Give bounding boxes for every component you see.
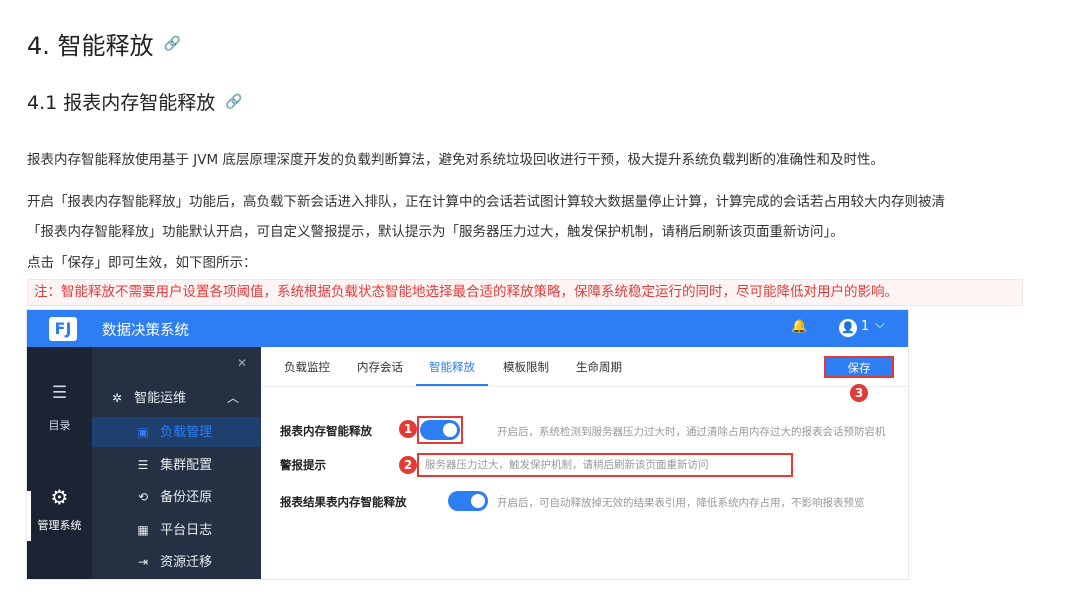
backup-icon: ⟲ (137, 490, 149, 504)
chevron-down-icon[interactable]: ⌵ (875, 317, 885, 332)
avatar-icon[interactable]: 👤 (839, 319, 857, 337)
menu-group-label: 智能运维 (134, 391, 187, 406)
menu-item-label: 平台日志 (160, 523, 213, 538)
embedded-screenshot: FJ 数据决策系统 🔔 👤 1 ⌵ ☰ 目录 ⚙ 管理系统 ✕ ✲ 智能运维 ︿… (27, 310, 908, 579)
main-content: 负载监控 内存会话 智能释放 模板限制 生命周期 保存 3 报表内存智能释放 1… (261, 347, 908, 579)
menu-item-backup[interactable]: ⟲ 备份还原 (92, 482, 261, 512)
active-tab-underline (416, 384, 488, 386)
memory-release-hint: 开启后，系统检测到服务器压力过大时，通过清除占用内存过大的报表会话预防宕机 (497, 426, 886, 438)
step-badge-3: 3 (850, 384, 868, 402)
logo-icon: FJ (49, 317, 77, 341)
sidebar-menu: ✕ ✲ 智能运维 ︿ ▣ 负载管理 ☰ 集群配置 ⟲ 备份还原 ▦ 平台日志 ⇥… (92, 347, 261, 579)
toggle-knob (471, 494, 485, 508)
memory-release-label: 报表内存智能释放 (280, 424, 372, 438)
section-heading-text: 4. 智能释放 (27, 32, 154, 60)
icon-rail: ☰ 目录 ⚙ 管理系统 (27, 347, 92, 579)
toggle-knob (443, 423, 457, 437)
alert-message-input[interactable]: 服务器压力过大，触发保护机制，请稍后刷新该页面重新访问 (417, 453, 793, 477)
link-icon[interactable]: 🔗 (164, 36, 181, 52)
paragraph-2b: 「报表内存智能释放」功能默认开启，可自定义警报提示，默认提示为「服务器压力过大，… (27, 224, 844, 240)
menu-item-label: 负载管理 (160, 425, 213, 440)
alert-label: 警报提示 (280, 458, 326, 472)
app-title: 数据决策系统 (102, 323, 189, 339)
step-badge-1: 1 (399, 420, 417, 438)
list-icon: ☰ (51, 383, 68, 403)
menu-item-migrate[interactable]: ⇥ 资源迁移 (92, 547, 261, 577)
tab-memory-session[interactable]: 内存会话 (357, 359, 403, 375)
rail-label: 管理系统 (37, 519, 82, 532)
bell-icon[interactable]: 🔔 (791, 319, 807, 334)
rail-item-admin[interactable]: ⚙ 管理系统 (27, 485, 92, 533)
menu-item-label: 集群配置 (160, 458, 213, 473)
paragraph-3: 点击「保存」即可生效，如下图所示： (27, 255, 257, 271)
calendar-icon: ▦ (137, 523, 149, 537)
gear-icon: ⚙ (50, 485, 69, 509)
tab-template-limit[interactable]: 模板限制 (503, 359, 549, 375)
tab-bar: 负载监控 内存会话 智能释放 模板限制 生命周期 保存 (261, 347, 908, 387)
result-release-label: 报表结果表内存智能释放 (280, 495, 407, 509)
migrate-icon: ⇥ (137, 555, 149, 569)
menu-item-logs[interactable]: ▦ 平台日志 (92, 515, 261, 545)
pin-icon[interactable]: ✕ (237, 356, 247, 370)
tab-load-monitor[interactable]: 负载监控 (284, 359, 330, 375)
section-heading: 4. 智能释放 🔗 (27, 26, 181, 61)
menu-group-ops[interactable]: ✲ 智能运维 ︿ (92, 383, 261, 413)
menu-item-load[interactable]: ▣ 负载管理 (92, 417, 261, 447)
memory-release-toggle[interactable] (420, 420, 460, 440)
note-callout: 注：智能释放不需要用户设置各项阈值，系统根据负载状态智能地选择最合适的释放策略，… (27, 279, 1023, 306)
app-topbar: FJ 数据决策系统 🔔 👤 1 ⌵ (27, 310, 908, 347)
rail-item-catalog[interactable]: ☰ 目录 (27, 383, 92, 433)
rail-label: 目录 (48, 419, 71, 432)
paragraph-2a: 开启「报表内存智能释放」功能后，高负载下新会话进入排队，正在计算中的会话若试图计… (27, 194, 945, 210)
result-release-toggle[interactable] (448, 491, 488, 511)
tab-lifecycle[interactable]: 生命周期 (576, 359, 622, 375)
monitor-icon: ▣ (137, 425, 149, 439)
paragraph-1: 报表内存智能释放使用基于 JVM 底层原理深度开发的负载判断算法，避免对系统垃圾… (27, 152, 884, 168)
result-release-hint: 开启后，可自动释放掉无效的结果表引用，降低系统内存占用，不影响报表预览 (497, 497, 865, 509)
subsection-heading: 4.1 报表内存智能释放 🔗 (27, 88, 243, 115)
menu-item-label: 资源迁移 (160, 555, 213, 570)
tab-smart-release[interactable]: 智能释放 (429, 359, 475, 375)
save-button[interactable]: 保存 (824, 356, 894, 378)
link-icon[interactable]: 🔗 (225, 94, 242, 110)
cluster-icon: ☰ (137, 458, 149, 472)
menu-item-cluster[interactable]: ☰ 集群配置 (92, 450, 261, 480)
chevron-up-icon: ︿ (227, 391, 240, 405)
subsection-heading-text: 4.1 报表内存智能释放 (27, 92, 216, 114)
ops-icon: ✲ (111, 391, 123, 405)
user-count[interactable]: 1 (861, 319, 869, 334)
step-badge-2: 2 (399, 456, 417, 474)
menu-item-label: 备份还原 (160, 490, 213, 505)
